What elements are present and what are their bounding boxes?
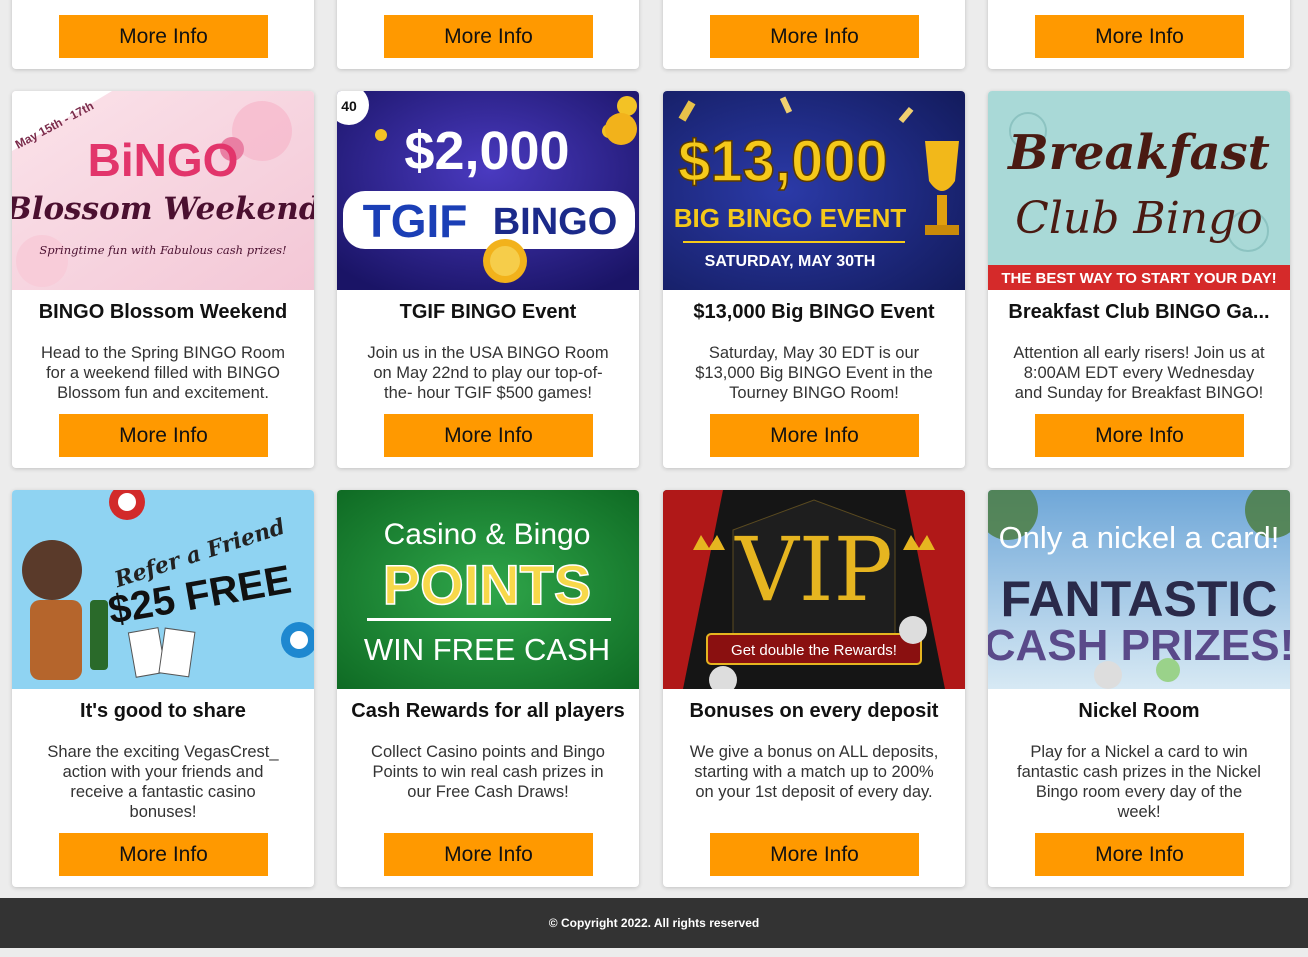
more-info-button[interactable]: More Info	[710, 414, 919, 457]
svg-text:BIG BINGO EVENT: BIG BINGO EVENT	[674, 203, 907, 233]
promo-banner-image[interactable]: $13,000 BIG BINGO EVENT SATURDAY, MAY 30…	[663, 91, 965, 290]
copyright-text: © Copyright 2022. All rights reserved	[548, 916, 760, 930]
card-title: Nickel Room	[1078, 700, 1200, 722]
promo-card-breakfast-club: Breakfast Club Bingo THE BEST WAY TO STA…	[988, 91, 1290, 468]
svg-text:THE BEST WAY TO START YOUR DAY: THE BEST WAY TO START YOUR DAY!	[1001, 270, 1276, 287]
more-info-button[interactable]: More Info	[1035, 15, 1244, 58]
svg-text:Get double the Rewards!: Get double the Rewards!	[731, 642, 897, 659]
promo-banner-image[interactable]: Refer a Friend $25 FREE	[12, 490, 314, 689]
svg-text:CASH PRIZES!: CASH PRIZES!	[988, 621, 1290, 670]
svg-text:40: 40	[341, 98, 357, 114]
promo-card: More Info	[663, 0, 965, 69]
svg-text:$2,000: $2,000	[404, 121, 569, 181]
more-info-button[interactable]: More Info	[59, 414, 268, 457]
promo-banner-image[interactable]: Only a nickel a card! FANTASTIC CASH PRI…	[988, 490, 1290, 689]
card-title: $13,000 Big BINGO Event	[693, 301, 935, 323]
svg-text:FANTASTIC: FANTASTIC	[1001, 571, 1278, 627]
svg-text:Casino & Bingo: Casino & Bingo	[384, 518, 591, 551]
card-title: It's good to share	[80, 700, 246, 722]
promo-card-big-bingo: $13,000 BIG BINGO EVENT SATURDAY, MAY 30…	[663, 91, 965, 468]
promo-banner-image[interactable]: Casino & Bingo POINTS WIN FREE CASH	[337, 490, 639, 689]
svg-text:$13,000: $13,000	[678, 129, 888, 194]
more-info-button[interactable]: More Info	[384, 15, 593, 58]
promo-card-points: Casino & Bingo POINTS WIN FREE CASH Cash…	[337, 490, 639, 887]
svg-text:POINTS: POINTS	[383, 553, 591, 616]
promo-banner-image[interactable]: May 15th - 17th BiNGO Blossom Weekend Sp…	[12, 91, 314, 290]
promo-card: More Info	[12, 0, 314, 69]
svg-text:Only a nickel a card!: Only a nickel a card!	[999, 520, 1280, 555]
more-info-button[interactable]: More Info	[384, 833, 593, 876]
card-title: Breakfast Club BINGO Ga...	[1008, 301, 1270, 323]
card-description: Share the exciting VegasCrest_ action wi…	[47, 743, 279, 821]
card-title: BINGO Blossom Weekend	[38, 301, 288, 323]
svg-text:VIP: VIP	[734, 518, 893, 621]
more-info-button[interactable]: More Info	[710, 15, 919, 58]
promo-card: More Info	[988, 0, 1290, 69]
promo-card-nickel: Only a nickel a card! FANTASTIC CASH PRI…	[988, 490, 1290, 887]
svg-text:Springtime fun with Fabulous c: Springtime fun with Fabulous cash prizes…	[39, 243, 286, 257]
svg-text:WIN FREE CASH: WIN FREE CASH	[364, 632, 610, 667]
svg-text:BINGO: BINGO	[493, 201, 618, 243]
card-description: Head to the Spring BINGO Room for a week…	[41, 344, 285, 402]
more-info-button[interactable]: More Info	[1035, 833, 1244, 876]
svg-text:Breakfast: Breakfast	[1006, 125, 1270, 181]
card-description: Saturday, May 30 EDT is our $13,000 Big …	[695, 344, 933, 402]
promo-card-bingo-blossom: May 15th - 17th BiNGO Blossom Weekend Sp…	[12, 91, 314, 468]
card-title: Bonuses on every deposit	[689, 700, 939, 722]
more-info-button[interactable]: More Info	[59, 15, 268, 58]
more-info-button[interactable]: More Info	[1035, 414, 1244, 457]
svg-text:Blossom Weekend: Blossom Weekend	[12, 191, 314, 227]
promo-card-refer-friend: Refer a Friend $25 FREE It's good to sha…	[12, 490, 314, 887]
svg-text:TGIF: TGIF	[363, 195, 468, 247]
svg-text:BiNGO: BiNGO	[88, 134, 239, 186]
card-description: Join us in the USA BINGO Room on May 22n…	[367, 344, 609, 402]
more-info-button[interactable]: More Info	[384, 414, 593, 457]
card-description: Collect Casino points and Bingo Points t…	[371, 743, 605, 801]
promo-card: More Info	[337, 0, 639, 69]
more-info-button[interactable]: More Info	[710, 833, 919, 876]
promo-banner-image[interactable]: VIP Get double the Rewards!	[663, 490, 965, 689]
page-footer: © Copyright 2022. All rights reserved	[0, 898, 1308, 948]
svg-text:SATURDAY, MAY 30TH: SATURDAY, MAY 30TH	[705, 253, 876, 270]
card-description: Attention all early risers! Join us at 8…	[1013, 344, 1265, 402]
promo-banner-image[interactable]: Breakfast Club Bingo THE BEST WAY TO STA…	[988, 91, 1290, 290]
card-title: Cash Rewards for all players	[351, 700, 625, 722]
card-description: Play for a Nickel a card to win fantasti…	[1017, 743, 1261, 821]
bottom-strip	[0, 948, 1308, 957]
card-description: We give a bonus on ALL deposits, startin…	[689, 743, 939, 801]
svg-text:Club Bingo: Club Bingo	[1015, 193, 1263, 244]
promo-card-tgif: 40 $2,000 TGIF BINGO TGIF BINGO Event Jo…	[337, 91, 639, 468]
promo-banner-image[interactable]: 40 $2,000 TGIF BINGO	[337, 91, 639, 290]
promo-card-vip: VIP Get double the Rewards! Bonuses on e…	[663, 490, 965, 887]
more-info-button[interactable]: More Info	[59, 833, 268, 876]
card-title: TGIF BINGO Event	[399, 301, 577, 323]
